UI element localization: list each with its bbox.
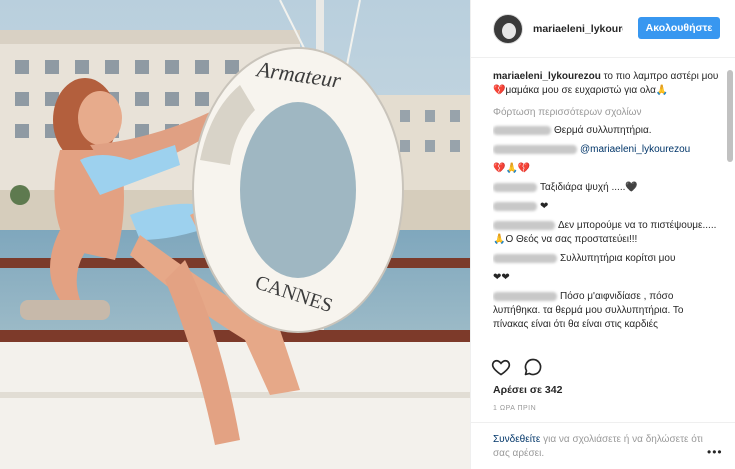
comment-text: ❤❤	[493, 272, 510, 283]
comment-text: Συλλυπητήρια κορίτσι μου	[560, 253, 676, 264]
blurred-username[interactable]	[493, 291, 557, 301]
lifebuoy-illustration: Armateur CANNES	[192, 47, 404, 333]
post-side-panel: mariaeleni_lykoure Ακολουθήστε mariaelen…	[470, 0, 735, 469]
blurred-username[interactable]	[493, 201, 537, 211]
post-header: mariaeleni_lykoure Ακολουθήστε	[471, 0, 735, 58]
scrollbar-thumb[interactable]	[727, 70, 733, 162]
post-photo[interactable]: Armateur CANNES	[0, 0, 470, 469]
post-time: 1 ΩΡΑ ΠΡΙΝ	[493, 405, 537, 412]
list-item: ❤❤	[493, 271, 721, 285]
comment-text: Ταξιδιάρα ψυχή .....🖤	[540, 182, 638, 193]
list-item: Συλλυπητήρια κορίτσι μου	[493, 252, 721, 266]
caption-username[interactable]: mariaeleni_lykourezou	[493, 71, 601, 82]
login-link[interactable]: Συνδεθείτε	[493, 434, 540, 445]
comment-mention[interactable]: @mariaeleni_lykourezou	[580, 144, 690, 155]
photo-illustration: Armateur CANNES	[0, 0, 470, 469]
comments-list[interactable]: mariaeleni_lykourezou το πιο λαμπρο αστέ…	[493, 70, 721, 348]
blurred-username[interactable]	[493, 253, 557, 263]
list-item: Δεν μπορούμε να το πιστέψουμε.....🙏Ο Θεό…	[493, 219, 721, 247]
list-item: ❤	[493, 200, 721, 214]
comment-text: 💔🙏💔	[493, 163, 531, 174]
heart-icon[interactable]	[491, 357, 511, 377]
blurred-username[interactable]	[493, 182, 537, 192]
login-prompt: Συνδεθείτε για να σχολιάσετε ή να δηλώσε…	[471, 422, 735, 461]
avatar[interactable]	[493, 14, 523, 44]
comments-scrollbar[interactable]	[727, 70, 733, 348]
list-item: 💔🙏💔	[493, 162, 721, 176]
list-item: Πόσο μ'αιφνιδίασε , πόσο λυπήθηκα. τα θε…	[493, 290, 721, 332]
likes-count[interactable]: Αρέσει σε 342	[493, 384, 562, 396]
follow-button[interactable]: Ακολουθήστε	[638, 17, 720, 39]
instagram-post: Armateur CANNES mariaeleni_lykoure Ακολο…	[0, 0, 735, 469]
comment-text: Θερμά συλλυπητήρια.	[554, 125, 652, 136]
load-more-comments[interactable]: Φόρτωση περισσότερων σχολίων	[493, 106, 721, 120]
header-username[interactable]: mariaeleni_lykoure	[533, 23, 623, 35]
caption: mariaeleni_lykourezou το πιο λαμπρο αστέ…	[493, 70, 721, 98]
more-options-icon[interactable]: •••	[707, 445, 723, 459]
comment-icon[interactable]	[523, 357, 543, 377]
list-item: Ταξιδιάρα ψυχή .....🖤	[493, 181, 721, 195]
blurred-username[interactable]	[493, 144, 577, 154]
list-item: @mariaeleni_lykourezou	[493, 143, 721, 157]
blurred-username[interactable]	[493, 220, 555, 230]
blurred-username[interactable]	[493, 125, 551, 135]
list-item: Θερμά συλλυπητήρια.	[493, 124, 721, 138]
comment-text: ❤	[540, 201, 549, 212]
